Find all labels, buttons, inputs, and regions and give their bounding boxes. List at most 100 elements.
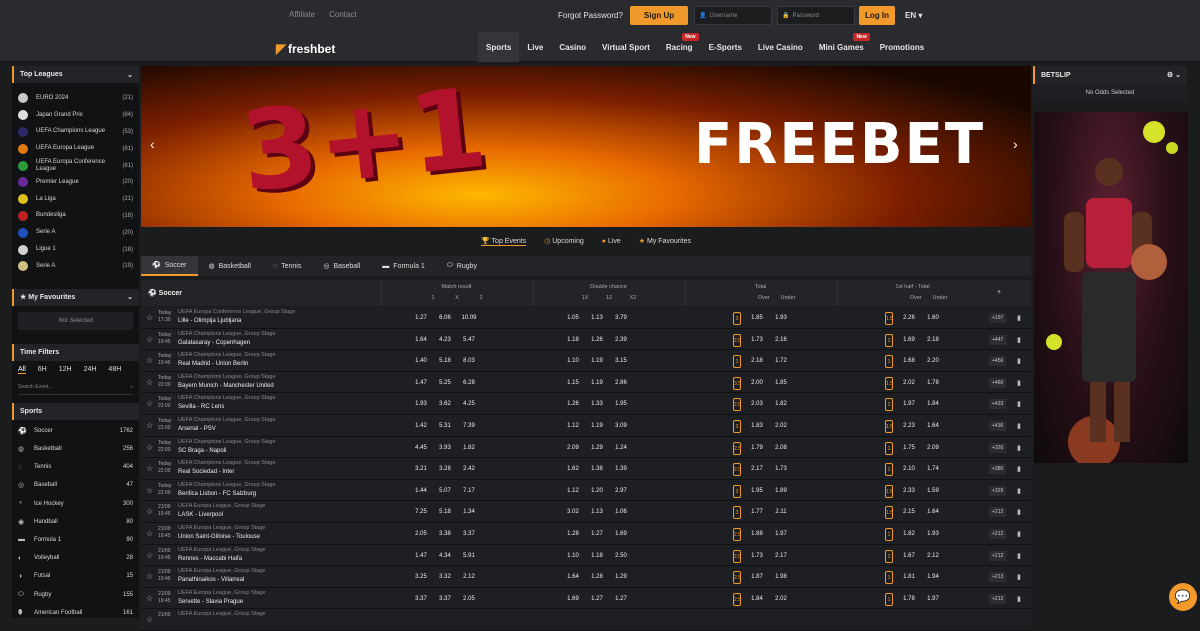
odd-total[interactable]: 1.93 [771,315,791,321]
sport-tab-soccer[interactable]: ⚽ Soccer [141,256,198,276]
stats-icon[interactable]: ▮ [1017,573,1021,581]
odd-total[interactable]: 1.85 [771,380,791,386]
match-teams[interactable]: Rennes - Maccabi Haifa [178,556,242,562]
odd-match-result[interactable]: 4.25 [459,401,479,407]
odd-half-total[interactable]: 1.97 [923,596,943,602]
stats-icon[interactable]: ▮ [1017,595,1021,603]
stats-icon[interactable]: ▮ [1017,400,1021,408]
table-row[interactable]: ☆ Today 22:00 UEFA Champions League, Group … [141,458,1031,480]
odd-half-total[interactable]: 2.20 [923,358,943,364]
stats-icon[interactable]: ▮ [1017,314,1021,322]
odd-double-chance[interactable]: 1.27 [587,531,607,537]
odd-half-total[interactable]: 1.78 [923,380,943,386]
match-teams[interactable]: SC Braga - Napoli [178,448,226,454]
star-icon[interactable]: ☆ [146,486,153,495]
more-markets-button[interactable]: +212 [989,593,1007,604]
match-teams[interactable]: Lille - Olimpija Ljubljana [178,318,241,324]
more-markets-button[interactable]: +326 [989,442,1007,453]
odd-double-chance[interactable]: 1.95 [611,401,631,407]
odd-double-chance[interactable]: 3.02 [563,509,583,515]
forgot-password-link[interactable]: Forgot Password? [558,11,623,20]
odd-double-chance[interactable]: 1.24 [611,445,631,451]
time-filter-48h[interactable]: 48H [108,366,121,373]
more-markets-button[interactable]: +329 [989,485,1007,496]
odd-total[interactable]: 1.84 [747,596,767,602]
odd-total[interactable]: 2.17 [747,466,767,472]
log-in-button[interactable]: Log In [859,6,895,25]
stats-icon[interactable]: ▮ [1017,422,1021,430]
league-item[interactable]: Japan Grand Prix (84) [12,107,139,124]
odd-half-total[interactable]: 1.81 [899,574,919,580]
more-markets-button[interactable]: +212 [989,550,1007,561]
odd-double-chance[interactable]: 1.19 [587,358,607,364]
odd-total[interactable]: 2.02 [771,423,791,429]
table-row[interactable]: ☆ 21/09 19:45 UEFA Europa League, Group Sta… [141,544,1031,567]
odd-double-chance[interactable]: 3.79 [611,315,631,321]
top-leagues-header[interactable]: Top Leagues ⌄ [12,66,139,83]
odd-half-total[interactable]: 2.10 [899,466,919,472]
nav-item-e-sports[interactable]: E-Sports [701,32,750,62]
odd-match-result[interactable]: 3.37 [459,531,479,537]
sport-item-handball[interactable]: ◉ Handball 80 [12,513,139,531]
sign-up-button[interactable]: Sign Up [630,6,688,25]
odd-match-result[interactable]: 5.91 [459,553,479,559]
odd-double-chance[interactable]: 1.13 [587,509,607,515]
star-icon[interactable]: ☆ [146,421,153,430]
sport-item-formula-1[interactable]: ▬ Formula 1 90 [12,531,139,549]
odd-half-total[interactable]: 1.64 [923,509,943,515]
sport-tab-baseball[interactable]: ◎ Baseball [312,256,371,276]
match-teams[interactable]: Panathinaikos - Villarreal [178,577,244,583]
odd-total[interactable]: 1.73 [771,466,791,472]
odd-double-chance[interactable]: 2.86 [611,380,631,386]
odd-total[interactable]: 2.08 [771,445,791,451]
odd-total[interactable]: 1.73 [747,553,767,559]
odd-double-chance[interactable]: 1.13 [587,315,607,321]
odd-double-chance[interactable]: 1.12 [563,488,583,494]
odd-total[interactable]: 2.02 [771,596,791,602]
time-filter-12h[interactable]: 12H [59,366,72,373]
match-teams[interactable]: Real Madrid - Union Berlin [178,361,248,367]
odd-match-result[interactable]: 1.44 [411,488,431,494]
star-icon[interactable]: ☆ [146,594,153,603]
odd-double-chance[interactable]: 1.06 [611,509,631,515]
nav-item-virtual-sport[interactable]: Virtual Sport [594,32,658,62]
odd-double-chance[interactable]: 3.09 [611,423,631,429]
odd-total[interactable]: 1.95 [747,488,767,494]
promo-banner[interactable]: 3+1 FREEBET ‹ › [141,66,1031,227]
odd-half-total[interactable]: 1.93 [923,531,943,537]
odd-total[interactable]: 2.11 [771,509,791,515]
odd-match-result[interactable]: 5.47 [459,337,479,343]
odd-match-result[interactable]: 3.38 [435,531,455,537]
nav-item-live-casino[interactable]: Live Casino [750,32,811,62]
odd-double-chance[interactable]: 1.12 [563,423,583,429]
odd-total[interactable]: 2.17 [771,553,791,559]
odd-total[interactable]: 2.00 [747,380,767,386]
nav-item-promotions[interactable]: Promotions [872,32,932,62]
nav-item-mini-games[interactable]: Mini Games New [811,32,872,62]
odd-half-total[interactable]: 1.69 [899,337,919,343]
odd-match-result[interactable]: 4.34 [435,553,455,559]
odd-half-total[interactable]: 1.97 [899,401,919,407]
league-item[interactable]: Serie A (19) [12,258,139,275]
more-markets-button[interactable]: +436 [989,420,1007,431]
sport-item-futsal[interactable]: ◑ Futsal 15 [12,567,139,585]
odd-double-chance[interactable]: 1.18 [587,553,607,559]
sport-item-tennis[interactable]: ◌ Tennis 404 [12,458,139,476]
odd-match-result[interactable]: 7.39 [459,423,479,429]
password-input[interactable]: 🔒 Password [777,6,855,25]
odd-match-result[interactable]: 7.17 [459,488,479,494]
odd-match-result[interactable]: 3.62 [435,401,455,407]
odd-match-result[interactable]: 3.93 [435,445,455,451]
odd-match-result[interactable]: 3.32 [435,574,455,580]
odd-match-result[interactable]: 5.25 [435,380,455,386]
stats-icon[interactable]: ▮ [1017,379,1021,387]
odd-total[interactable]: 1.77 [747,509,767,515]
odd-half-total[interactable]: 1.64 [923,423,943,429]
sport-tab-basketball[interactable]: ◍ Basketball [198,256,262,276]
star-icon[interactable]: ☆ [146,399,153,408]
match-teams[interactable]: Real Sociedad - Inter [178,469,234,475]
odd-double-chance[interactable]: 1.62 [563,466,583,472]
match-teams[interactable]: Servette - Slavia Prague [178,599,243,605]
stats-icon[interactable]: ▮ [1017,530,1021,538]
odd-match-result[interactable]: 4.23 [435,337,455,343]
